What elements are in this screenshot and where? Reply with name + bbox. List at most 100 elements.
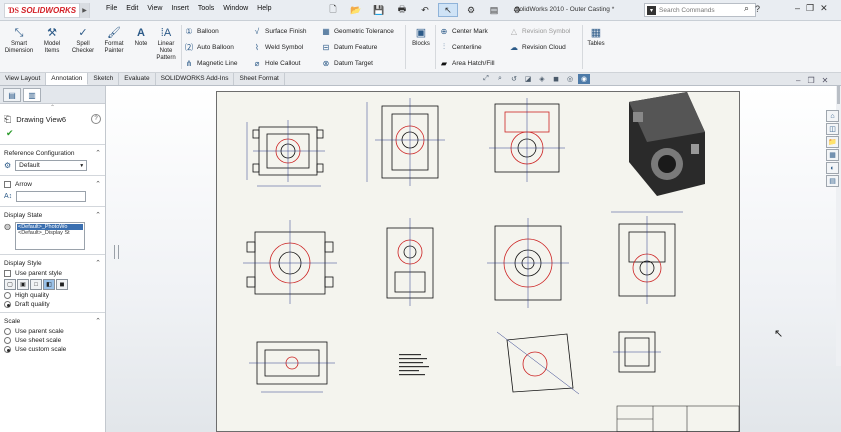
collapse-caret-icon[interactable]: ⌃ bbox=[95, 211, 101, 219]
tab-solidworks-addins[interactable]: SOLIDWORKS Add-Ins bbox=[156, 73, 235, 85]
menu-window[interactable]: Window bbox=[223, 5, 248, 12]
centerline-button[interactable]: ⫶ Centerline bbox=[439, 42, 482, 52]
design-library-icon[interactable]: ◫ bbox=[826, 123, 839, 135]
menu-edit[interactable]: Edit bbox=[126, 5, 138, 12]
display-style-icon[interactable]: ◼ bbox=[550, 74, 562, 84]
tables-button[interactable]: ▦ Tables bbox=[584, 26, 608, 48]
draft-quality-radio[interactable] bbox=[4, 301, 11, 308]
high-quality-radio[interactable] bbox=[4, 292, 11, 299]
search-dropdown-icon[interactable]: ▾ bbox=[647, 5, 656, 15]
high-quality-row[interactable]: High quality bbox=[4, 292, 101, 299]
ok-checkmark-icon[interactable]: ✔ bbox=[0, 126, 105, 140]
doc-minimize-icon[interactable]: – bbox=[796, 76, 800, 85]
search-icon[interactable]: ⌕ bbox=[744, 3, 749, 14]
collapse-caret-icon[interactable]: ⌃ bbox=[95, 259, 101, 267]
custom-scale-radio[interactable] bbox=[4, 346, 11, 353]
view-settings-icon[interactable]: ◉ bbox=[578, 74, 590, 84]
display-state-header[interactable]: Display State ⌃ bbox=[4, 210, 101, 220]
tab-evaluate[interactable]: Evaluate bbox=[119, 73, 156, 85]
home-icon[interactable]: ⌂ bbox=[826, 110, 839, 122]
datum-feature-button[interactable]: ⊟ Datum Feature bbox=[321, 42, 378, 52]
doc-close-icon[interactable]: ✕ bbox=[822, 76, 829, 85]
help-icon[interactable]: ? bbox=[91, 114, 101, 124]
area-hatch-button[interactable]: ▰ Area Hatch/Fill bbox=[439, 58, 495, 68]
arrow-checkbox[interactable] bbox=[4, 180, 11, 188]
weld-symbol-button[interactable]: ⌇ Weld Symbol bbox=[252, 42, 303, 52]
drawing-view-bottom[interactable] bbox=[249, 341, 335, 393]
parent-scale-radio[interactable] bbox=[4, 328, 11, 335]
custom-scale-row[interactable]: Use custom scale bbox=[4, 346, 101, 353]
zoom-area-icon[interactable]: ⌕ bbox=[494, 74, 506, 84]
collapse-caret-icon[interactable]: ⌃ bbox=[95, 180, 101, 188]
use-parent-style-checkbox[interactable] bbox=[4, 270, 11, 277]
arrow-header[interactable]: Arrow ⌃ bbox=[4, 179, 101, 189]
drawing-view-front[interactable] bbox=[246, 120, 325, 187]
blocks-button[interactable]: ▣ Blocks bbox=[408, 26, 434, 48]
tab-sketch[interactable]: Sketch bbox=[88, 73, 120, 85]
appearances-icon[interactable]: ◐ bbox=[826, 162, 839, 174]
drawing-view-detail[interactable] bbox=[496, 331, 580, 395]
drawing-view-left[interactable] bbox=[243, 220, 337, 304]
drawing-view-right[interactable] bbox=[386, 218, 434, 306]
drawing-view-side[interactable] bbox=[611, 211, 683, 304]
hidden-lines-visible-icon[interactable]: ▣ bbox=[17, 279, 29, 290]
collapse-caret-icon[interactable]: ⌃ bbox=[95, 317, 101, 325]
menu-help[interactable]: Help bbox=[257, 5, 271, 12]
file-explorer-icon[interactable]: 📁 bbox=[826, 136, 839, 148]
drawing-sheet[interactable] bbox=[216, 91, 740, 432]
hole-callout-button[interactable]: ⌀ Hole Callout bbox=[252, 58, 301, 68]
auto-balloon-button[interactable]: ⑵ Auto Balloon bbox=[184, 42, 234, 52]
magnetic-line-button[interactable]: ⋔ Magnetic Line bbox=[184, 58, 238, 68]
drawing-view-auxiliary[interactable] bbox=[613, 331, 661, 373]
tab-sheet-format[interactable]: Sheet Format bbox=[234, 73, 285, 85]
model-items-button[interactable]: ⚒ Model Items bbox=[39, 26, 65, 55]
drawing-view-top[interactable] bbox=[366, 98, 445, 186]
drawing-view-rear[interactable] bbox=[487, 218, 569, 308]
linear-note-pattern-button[interactable]: ⁞A Linear Note Pattern bbox=[154, 26, 178, 62]
scale-header[interactable]: Scale ⌃ bbox=[4, 316, 101, 326]
minimize-icon[interactable]: – bbox=[795, 3, 800, 14]
feature-tree-tab-icon[interactable]: ▤ bbox=[3, 88, 21, 102]
reference-configuration-header[interactable]: Reference Configuration ⌃ bbox=[4, 148, 101, 158]
parent-scale-row[interactable]: Use parent scale bbox=[4, 328, 101, 335]
solidworks-logo[interactable]: ƊS SOLIDWORKS ▶ bbox=[4, 3, 90, 18]
shaded-icon[interactable]: ◼ bbox=[56, 279, 68, 290]
display-state-list[interactable]: <Default>_PhotoWo <Default>_Display St bbox=[14, 222, 85, 250]
wireframe-icon[interactable]: ▢ bbox=[4, 279, 16, 290]
revision-cloud-button[interactable]: ☁ Revision Cloud bbox=[509, 42, 566, 52]
panel-splitter[interactable] bbox=[114, 245, 119, 259]
datum-target-button[interactable]: ⊗ Datum Target bbox=[321, 58, 373, 68]
hide-show-items-icon[interactable]: ◎ bbox=[564, 74, 576, 84]
search-commands[interactable]: ▾ Search Commands bbox=[644, 3, 756, 17]
drawing-view-section[interactable] bbox=[489, 98, 565, 182]
use-parent-style-row[interactable]: Use parent style bbox=[4, 270, 101, 277]
arrow-label-input[interactable] bbox=[16, 191, 87, 202]
surface-finish-button[interactable]: √ Surface Finish bbox=[252, 26, 307, 36]
undo-icon[interactable]: ↶ bbox=[415, 3, 435, 17]
scrollbar-thumb[interactable] bbox=[837, 86, 840, 104]
configuration-select[interactable]: Default ▼ bbox=[15, 160, 88, 171]
tab-annotation[interactable]: Annotation bbox=[46, 73, 89, 85]
doc-restore-icon[interactable]: ❐ bbox=[807, 76, 814, 85]
sheet-scale-radio[interactable] bbox=[4, 337, 11, 344]
view-palette-icon[interactable]: ▦ bbox=[826, 149, 839, 161]
menu-file[interactable]: File bbox=[106, 5, 117, 12]
spell-checker-button[interactable]: ✓ Spell Checker bbox=[69, 26, 97, 55]
drawing-view-isometric[interactable] bbox=[629, 92, 705, 196]
note-button[interactable]: A Note bbox=[130, 26, 152, 48]
shaded-with-edges-icon[interactable]: ◧ bbox=[43, 279, 55, 290]
help-icon[interactable]: ? bbox=[755, 4, 760, 14]
custom-properties-icon[interactable]: ▤ bbox=[826, 175, 839, 187]
display-style-header[interactable]: Display Style ⌃ bbox=[4, 258, 101, 268]
open-file-icon[interactable]: 📂 bbox=[346, 3, 366, 17]
collapse-caret-icon[interactable]: ⌃ bbox=[95, 149, 101, 157]
close-icon[interactable]: ✕ bbox=[820, 3, 828, 14]
view-orientation-icon[interactable]: ◈ bbox=[536, 74, 548, 84]
panel-collapse-handle[interactable]: ⌃ bbox=[0, 104, 105, 112]
select-cursor-icon[interactable]: ↖ bbox=[438, 3, 458, 17]
drawing-notes[interactable] bbox=[399, 354, 429, 376]
menu-tools[interactable]: Tools bbox=[198, 5, 214, 12]
zoom-to-fit-icon[interactable]: ⤢ bbox=[480, 74, 492, 84]
sheet-scale-row[interactable]: Use sheet scale bbox=[4, 337, 101, 344]
print-icon[interactable]: 🖶 bbox=[392, 3, 412, 17]
